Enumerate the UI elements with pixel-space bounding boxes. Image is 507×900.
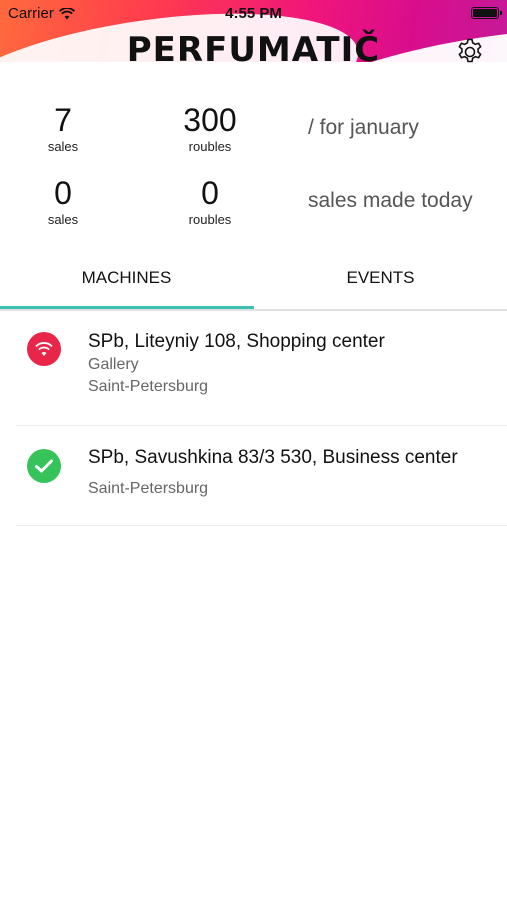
tab-bar: MACHINES EVENTS bbox=[0, 248, 507, 311]
month-roubles-unit: roubles bbox=[188, 139, 232, 154]
today-roubles-amount: 0 bbox=[201, 175, 219, 211]
settings-gear-icon[interactable] bbox=[455, 37, 485, 67]
month-roubles-stat: 300 roubles bbox=[170, 100, 250, 154]
month-note: / for january bbox=[308, 116, 419, 139]
machine-list-item[interactable]: SPb, Savushkina 83/3 530, Business cente… bbox=[16, 426, 507, 526]
today-sales-stat: 0 sales bbox=[38, 173, 88, 227]
app-logo: PERFUMATIČ bbox=[126, 30, 381, 70]
machine-city: Saint-Petersburg bbox=[88, 378, 209, 395]
today-roubles-stat: 0 roubles bbox=[170, 173, 250, 227]
month-sales-count: 7 bbox=[54, 102, 72, 138]
tab-machines[interactable]: MACHINES bbox=[0, 248, 253, 309]
today-stats-row: 0 sales 0 roubles sales made today bbox=[0, 173, 507, 246]
battery-icon bbox=[471, 7, 502, 19]
month-sales-unit: sales bbox=[47, 139, 79, 154]
today-sales-count: 0 bbox=[54, 175, 72, 211]
machine-list-item[interactable]: SPb, Liteyniy 108, Shopping center Galle… bbox=[16, 312, 507, 426]
machine-place: Gallery bbox=[88, 356, 139, 373]
machine-city: Saint-Petersburg bbox=[88, 480, 209, 497]
status-time: 4:55 PM bbox=[225, 5, 282, 22]
wifi-off-icon bbox=[27, 332, 61, 366]
month-stats-row: 7 sales 300 roubles / for january bbox=[0, 100, 507, 173]
sales-stats: 7 sales 300 roubles / for january 0 sale… bbox=[0, 100, 507, 246]
machine-title: SPb, Savushkina 83/3 530, Business cente… bbox=[88, 447, 458, 468]
machine-title: SPb, Liteyniy 108, Shopping center bbox=[88, 331, 385, 352]
tab-events[interactable]: EVENTS bbox=[254, 248, 507, 309]
active-tab-indicator bbox=[0, 306, 254, 309]
today-note: sales made today bbox=[308, 189, 473, 212]
today-roubles-unit: roubles bbox=[188, 212, 232, 227]
today-sales-unit: sales bbox=[47, 212, 79, 227]
check-icon bbox=[27, 449, 61, 483]
month-sales-stat: 7 sales bbox=[38, 100, 88, 154]
month-roubles-amount: 300 bbox=[183, 102, 237, 138]
machines-list: SPb, Liteyniy 108, Shopping center Galle… bbox=[0, 312, 507, 526]
status-bar: Carrier 4:55 PM bbox=[0, 0, 507, 26]
